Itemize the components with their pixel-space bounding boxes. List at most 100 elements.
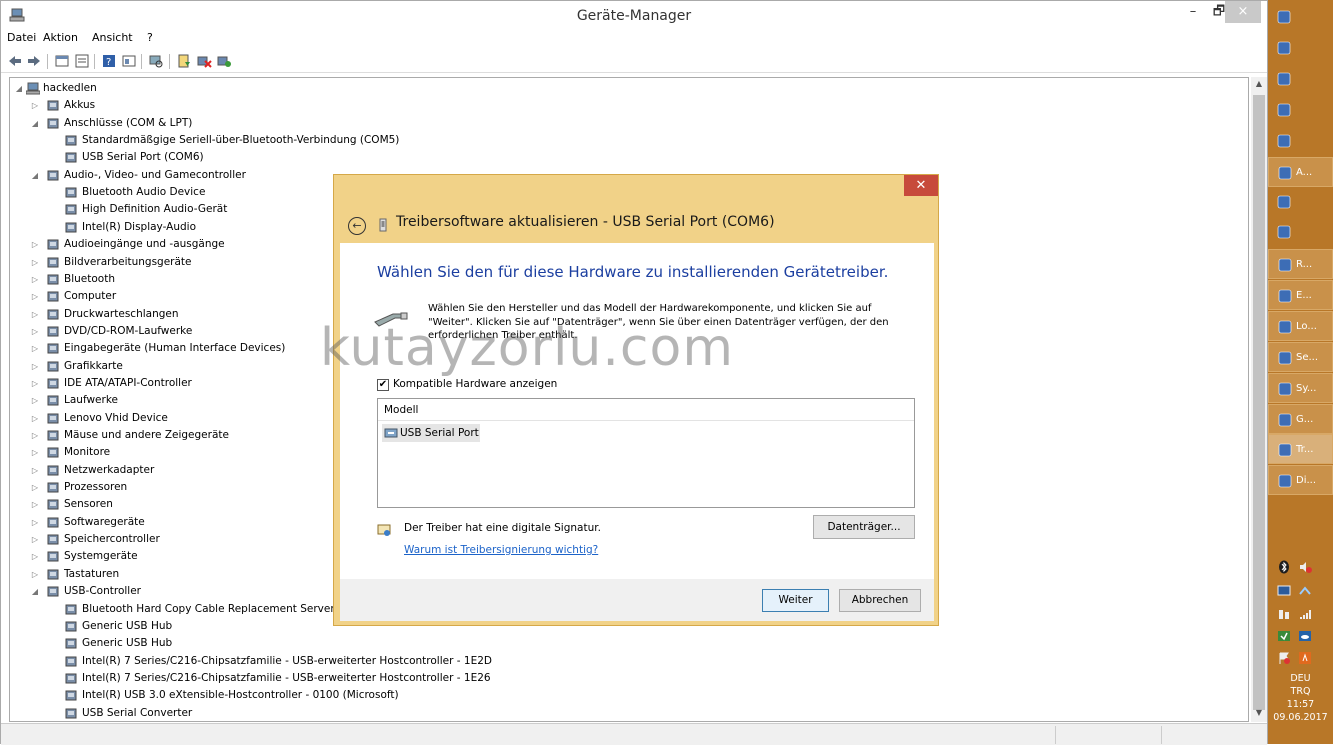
menu-bar: Datei Aktion Ansicht ? [1, 31, 1267, 49]
expand-closed-icon[interactable]: ▷ [30, 410, 40, 427]
taskbar-button-label: Tr... [1296, 444, 1314, 455]
tree-item-label: Softwaregeräte [64, 515, 145, 528]
expand-open-icon[interactable]: ◢ [30, 167, 40, 184]
device-icon [47, 361, 59, 372]
expand-open-icon[interactable]: ◢ [14, 80, 24, 97]
taskbar-button[interactable]: Se... [1268, 342, 1333, 372]
model-column-header[interactable]: Modell [378, 399, 914, 421]
scrollbar-thumb[interactable] [1253, 95, 1265, 710]
cancel-button[interactable]: Abbrechen [839, 589, 921, 612]
expand-closed-icon[interactable]: ▷ [30, 479, 40, 496]
scroll-down-icon[interactable]: ▼ [1251, 708, 1267, 722]
have-disk-button[interactable]: Datenträger... [813, 515, 915, 539]
close-button[interactable]: × [1225, 1, 1261, 23]
menu-help[interactable]: ? [147, 31, 153, 45]
expand-closed-icon[interactable]: ▷ [30, 392, 40, 409]
back-arrow-icon[interactable]: ← [348, 217, 366, 235]
compatible-hardware-checkbox[interactable]: ✔ [377, 379, 389, 391]
safely-remove-icon[interactable] [1277, 629, 1291, 643]
expand-closed-icon[interactable]: ▷ [30, 462, 40, 479]
device-icon [65, 152, 77, 163]
wifi-signal-icon[interactable] [1298, 607, 1312, 621]
menu-view[interactable]: Ansicht [92, 31, 133, 45]
system-clock[interactable]: DEU TRQ 11:57 09.06.2017 [1268, 672, 1333, 724]
network-tray-icon[interactable] [1298, 584, 1312, 598]
vb-icon [1277, 225, 1291, 239]
expand-closed-icon[interactable]: ▷ [30, 566, 40, 583]
tree-item-label: Generic USB Hub [82, 619, 173, 632]
expand-closed-icon[interactable]: ▷ [30, 236, 40, 253]
dialog-close-button[interactable]: ✕ [904, 175, 938, 196]
expand-closed-icon[interactable]: ▷ [30, 514, 40, 531]
view-icon[interactable] [74, 53, 90, 69]
globe-icon [1278, 351, 1292, 365]
properties-icon[interactable] [54, 53, 70, 69]
expand-open-icon[interactable]: ◢ [30, 583, 40, 600]
power-tray-icon[interactable] [1298, 651, 1312, 665]
expand-closed-icon[interactable]: ▷ [30, 323, 40, 340]
taskbar-button[interactable] [1268, 64, 1333, 94]
device-icon [65, 621, 77, 632]
expand-closed-icon[interactable]: ▷ [30, 531, 40, 548]
menu-file[interactable]: Datei [7, 31, 36, 45]
taskbar-button-label: G... [1296, 414, 1314, 425]
taskbar-button[interactable] [1268, 217, 1333, 247]
expand-closed-icon[interactable]: ▷ [30, 288, 40, 305]
compatible-hardware-label[interactable]: Kompatible Hardware anzeigen [393, 378, 557, 390]
expand-open-icon[interactable]: ◢ [30, 115, 40, 132]
expand-closed-icon[interactable]: ▷ [30, 97, 40, 114]
expand-closed-icon[interactable]: ▷ [30, 358, 40, 375]
title-bar: Geräte-Manager – 🗗 × [1, 1, 1267, 31]
expand-closed-icon[interactable]: ▷ [30, 496, 40, 513]
expand-closed-icon[interactable]: ▷ [30, 444, 40, 461]
menu-action[interactable]: Aktion [43, 31, 78, 45]
expand-closed-icon[interactable]: ▷ [30, 548, 40, 565]
scroll-up-icon[interactable]: ▲ [1251, 79, 1267, 93]
forward-icon[interactable] [26, 53, 42, 69]
model-list[interactable]: Modell USB Serial Port [377, 398, 915, 508]
device-icon [47, 343, 59, 354]
dialog-heading: Wählen Sie den für diese Hardware zu ins… [377, 263, 889, 281]
taskbar-button[interactable] [1268, 187, 1333, 217]
device-icon [65, 708, 77, 719]
expand-closed-icon[interactable]: ▷ [30, 375, 40, 392]
cloud-tray-icon[interactable] [1298, 629, 1312, 643]
uninstall-icon[interactable] [196, 53, 212, 69]
taskbar-button[interactable]: G... [1268, 404, 1333, 434]
taskbar-button[interactable] [1268, 33, 1333, 63]
taskbar-button[interactable]: Tr... [1268, 434, 1333, 464]
bluetooth-tray-icon[interactable] [1277, 560, 1291, 574]
scan-hardware-icon[interactable] [148, 53, 164, 69]
taskbar-button[interactable] [1268, 2, 1333, 32]
signature-info-link[interactable]: Warum ist Treibersignierung wichtig? [404, 544, 598, 556]
tree-item-label: Intel(R) 7 Series/C216-Chipsatzfamilie -… [82, 654, 492, 667]
taskbar-button[interactable]: E... [1268, 280, 1333, 310]
vertical-scrollbar[interactable]: ▲ ▼ [1251, 77, 1267, 722]
next-button[interactable]: Weiter [762, 589, 829, 612]
signal-tray-icon[interactable] [1277, 607, 1291, 621]
expand-closed-icon[interactable]: ▷ [30, 271, 40, 288]
display-tray-icon[interactable] [1277, 584, 1291, 598]
device-icon [47, 257, 59, 267]
flag-tray-icon[interactable] [1277, 651, 1291, 665]
taskbar-button[interactable]: Lo... [1268, 311, 1333, 341]
expand-closed-icon[interactable]: ▷ [30, 340, 40, 357]
update-driver-icon[interactable] [176, 53, 192, 69]
taskbar-button[interactable] [1268, 95, 1333, 125]
expand-closed-icon[interactable]: ▷ [30, 427, 40, 444]
help-icon[interactable]: ? [101, 53, 117, 69]
taskbar-button[interactable] [1268, 126, 1333, 156]
expand-closed-icon[interactable]: ▷ [30, 254, 40, 271]
volume-muted-icon[interactable] [1298, 560, 1312, 574]
enable-icon[interactable] [216, 53, 232, 69]
list-item[interactable]: USB Serial Port [382, 424, 480, 442]
taskbar-button[interactable]: Di... [1268, 465, 1333, 495]
taskbar-button[interactable]: R... [1268, 249, 1333, 279]
expand-closed-icon[interactable]: ▷ [30, 306, 40, 323]
device-manager-icon [1278, 413, 1292, 427]
show-hidden-icon[interactable] [121, 53, 137, 69]
back-icon[interactable] [7, 53, 23, 69]
taskbar-button[interactable]: Sy... [1268, 373, 1333, 403]
taskbar-button[interactable]: A... [1268, 157, 1333, 187]
firefox-icon [1277, 195, 1291, 209]
